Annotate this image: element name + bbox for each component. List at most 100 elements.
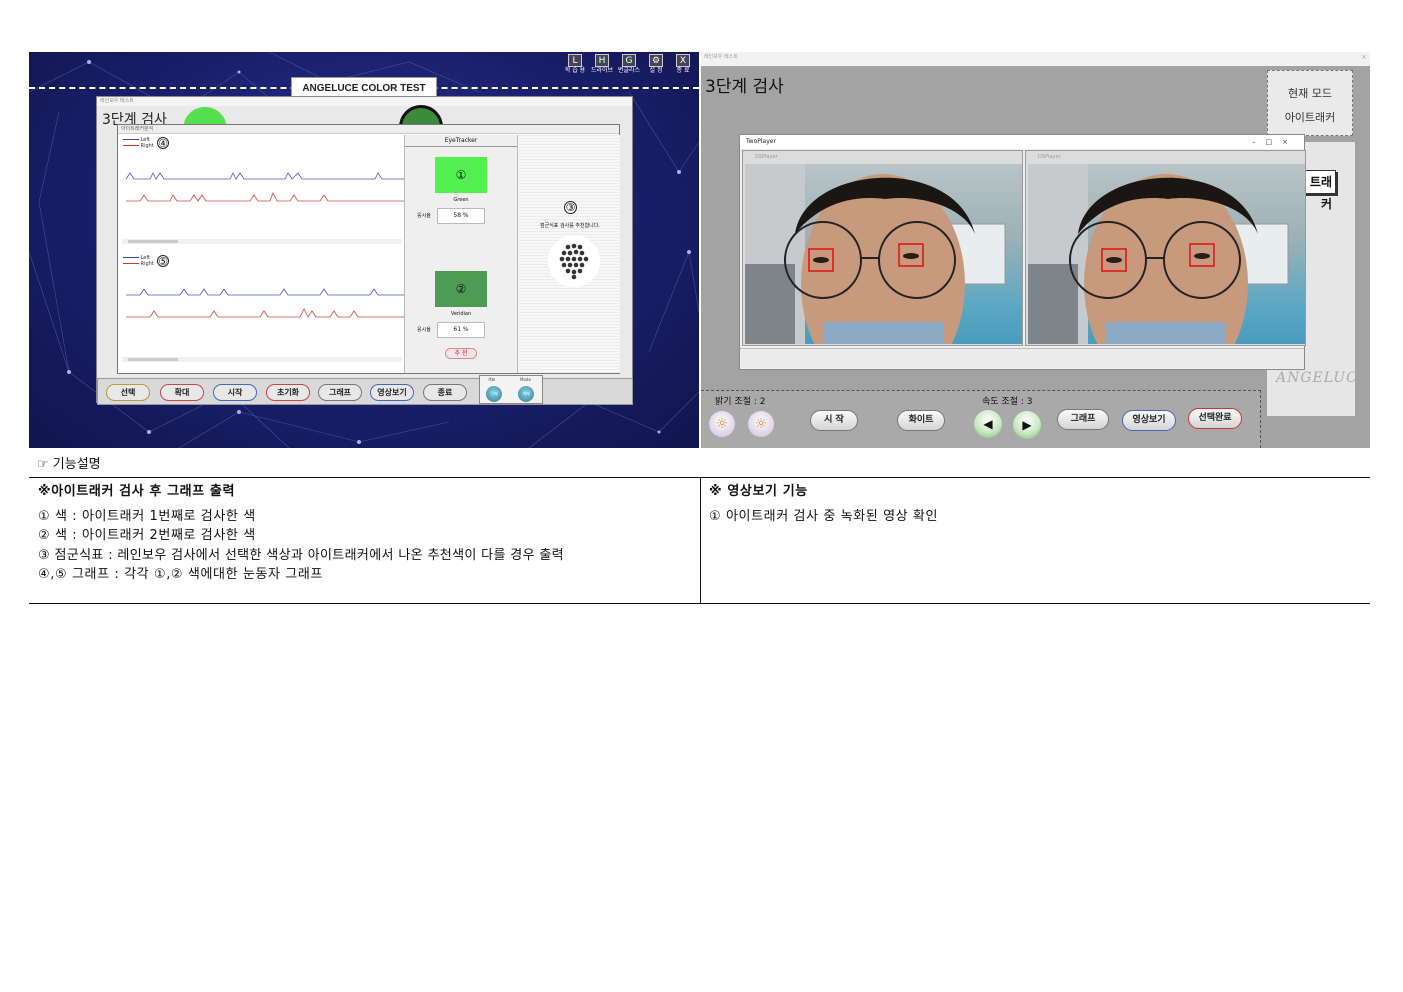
section-heading: ☞ 기능설명 [37, 457, 101, 472]
scroll-thumb[interactable] [128, 240, 178, 243]
select-complete-button[interactable]: 선택완료 [1188, 408, 1242, 429]
eyetracker-title: EyeTracker [405, 135, 517, 147]
speed-label: 속도 조절 : 3 [982, 397, 1033, 407]
recommend-button[interactable]: 추 천 [445, 348, 477, 359]
step-title: 3단계 검사 [705, 77, 784, 97]
window-title: 레인보우 테스트 [704, 54, 738, 60]
toolbar-label: 드라이브 [590, 67, 614, 74]
gaze-lines [126, 288, 404, 318]
close-icon[interactable]: × [1361, 52, 1367, 62]
zoom-button[interactable]: 확대 [160, 384, 204, 401]
twoplayer-titlebar: TwoPlayer –□× [740, 135, 1304, 149]
dot-pattern-icon [559, 243, 589, 280]
twoplayer-window: TwoPlayer –□× DSPlayer DSPlayer [739, 134, 1306, 370]
arrow-left-icon: ◀ [983, 417, 993, 431]
gaze-graph-2: Left Right ⑤ [120, 253, 404, 363]
mode-label-1: 색표 [488, 377, 496, 382]
brightness-label: 밝기 조절 : 2 [715, 397, 766, 407]
toolbar-label: 학 습 용 [564, 67, 586, 74]
dsplayer-left: DSPlayer [742, 150, 1023, 346]
toolbar-label: 종 료 [676, 67, 690, 74]
dsplayer-right: DSPlayer [1025, 150, 1306, 346]
gaze-lines [125, 172, 404, 202]
toolbar-label: 변글라스 [617, 67, 641, 74]
toolbar-label: 설 정 [649, 67, 663, 74]
single-mode-button[interactable]: 개체 [518, 386, 534, 402]
swatch-1-ratio-row: 응시율 58 % [417, 208, 485, 224]
angeluc-logo: ANGELUC [1276, 370, 1358, 386]
white-button[interactable]: 화이트 [897, 410, 945, 431]
dot-panel-text: 점군식표 검사를 추천합니다. [540, 223, 600, 229]
glasses-button[interactable]: G 변글라스 [617, 54, 641, 76]
select-button[interactable]: 선택 [106, 384, 150, 401]
current-mode-box: 현재 모드 아이트래커 [1267, 70, 1353, 136]
window-title: 레인보우 테스트 [97, 97, 632, 106]
face-video-frame [1028, 164, 1289, 344]
arrow-right-icon: ▶ [1022, 418, 1032, 432]
swatch-2-name: Veridian [450, 311, 472, 317]
description-line: ④,⑤ 그래프 : 각각 ①,② 색에대한 눈동자 그래프 [38, 567, 323, 583]
ratio-value-1: 58 % [437, 208, 485, 224]
settings-button[interactable]: ⚙ 설 정 [644, 54, 668, 76]
table-divider [700, 477, 701, 604]
description-line: ① 아이트래커 검사 중 녹화된 영상 확인 [709, 508, 939, 524]
glasses-icon: G [622, 54, 636, 67]
sun-icon: ☼ [715, 416, 729, 432]
description-line: ③ 점군식표 : 레인보우 검사에서 선택한 색상과 아이트래커에서 나온 추천… [38, 547, 564, 563]
swatch-2-ratio-row: 응시율 61 % [417, 322, 485, 338]
dsplayer-title: DSPlayer [755, 154, 778, 160]
camera-frame-right [1028, 164, 1305, 344]
graph-button[interactable]: 그래프 [318, 384, 362, 401]
gear-icon: ⚙ [649, 54, 663, 67]
camera-frame-left [745, 164, 1022, 344]
graph-button[interactable]: 그래프 [1057, 409, 1109, 430]
video-view-button[interactable]: 영상보기 [370, 384, 414, 401]
gaze-graph-1: Left Right ④ [120, 135, 404, 245]
study-icon: L [568, 54, 582, 67]
player-title: TwoPlayer [746, 138, 776, 145]
group-mode-button[interactable]: 단체 [486, 386, 502, 402]
dsplayer-title: DSPlayer [1038, 154, 1061, 160]
start-button[interactable]: 시 작 [810, 410, 858, 431]
drive-icon: H [595, 54, 609, 67]
brightness-down-button[interactable]: ☼ [709, 411, 735, 437]
start-button[interactable]: 시작 [213, 384, 257, 401]
brightness-up-button[interactable]: ☼ [748, 411, 774, 437]
mode-label: 현재 모드 [1288, 87, 1332, 100]
window-controls[interactable]: –□× [1252, 135, 1298, 149]
exit-button[interactable]: X종 료 [671, 54, 695, 76]
top-toolbar: L학 습 용 H 드라이브 G 변글라스 ⚙ 설 정 X종 료 [563, 54, 695, 76]
ratio-value-2: 61 % [437, 322, 485, 338]
right-screenshot: 레인보우 테스트 × 3단계 검사 현재 모드 아이트래커 트래커 ANGELU… [701, 52, 1370, 448]
window-titlebar: 레인보우 테스트 × [701, 52, 1370, 66]
scroll-thumb[interactable] [128, 358, 178, 361]
cell-title: ※ 영상보기 기능 [709, 484, 808, 499]
eyetracker-analysis-window: 아이트래커분석 Left Right ④ Left Right ⑤ EyeTra… [117, 124, 620, 374]
eyetracker-panel: EyeTracker ① Green 응시율 58 % ② Veridian 응… [404, 135, 517, 373]
ratio-label: 응시율 [417, 327, 431, 333]
dot-pattern-panel: ③ 점군식표 검사를 추천합니다. [517, 135, 620, 373]
window-title: 아이트래커분석 [118, 125, 619, 134]
left-screenshot: L학 습 용 H 드라이브 G 변글라스 ⚙ 설 정 X종 료 ANGELUCE CO… [29, 52, 699, 448]
exit-button[interactable]: 종료 [423, 384, 467, 401]
drive-button[interactable]: H 드라이브 [590, 54, 614, 76]
speed-down-button[interactable]: ◀ [974, 410, 1002, 438]
player-control-area: 밝기 조절 : 2 속도 조절 : 3 ☼ ☼ 시 작 화이트 ◀ ▶ 그래프 … [701, 390, 1261, 448]
left-description-cell: ※아이트래커 검사 후 그래프 출력 ① 색 : 아이트래커 1번째로 검사한 … [38, 482, 693, 585]
video-view-button[interactable]: 영상보기 [1122, 410, 1176, 431]
face-video-frame [745, 164, 1006, 344]
cell-title: ※아이트래커 검사 후 그래프 출력 [38, 484, 236, 499]
mode-label-2: Mode [520, 377, 531, 382]
graph-scrollbar[interactable] [122, 239, 402, 244]
dot-pattern-plate [548, 235, 600, 287]
color-swatch-2: ② [435, 271, 487, 307]
study-mode-button[interactable]: L학 습 용 [563, 54, 587, 76]
bottom-button-bar: 선택 확대 시작 초기화 그래프 영상보기 종료 [97, 378, 633, 405]
swatch-1-name: Green [453, 197, 469, 203]
speed-up-button[interactable]: ▶ [1013, 411, 1041, 439]
graph-scrollbar[interactable] [122, 357, 402, 362]
description-line: ② 색 : 아이트래커 2번째로 검사한 색 [38, 528, 256, 544]
reset-button[interactable]: 초기화 [266, 384, 310, 401]
description-line: ① 색 : 아이트래커 1번째로 검사한 색 [38, 508, 256, 524]
dot-panel-marker: ③ [564, 201, 577, 214]
